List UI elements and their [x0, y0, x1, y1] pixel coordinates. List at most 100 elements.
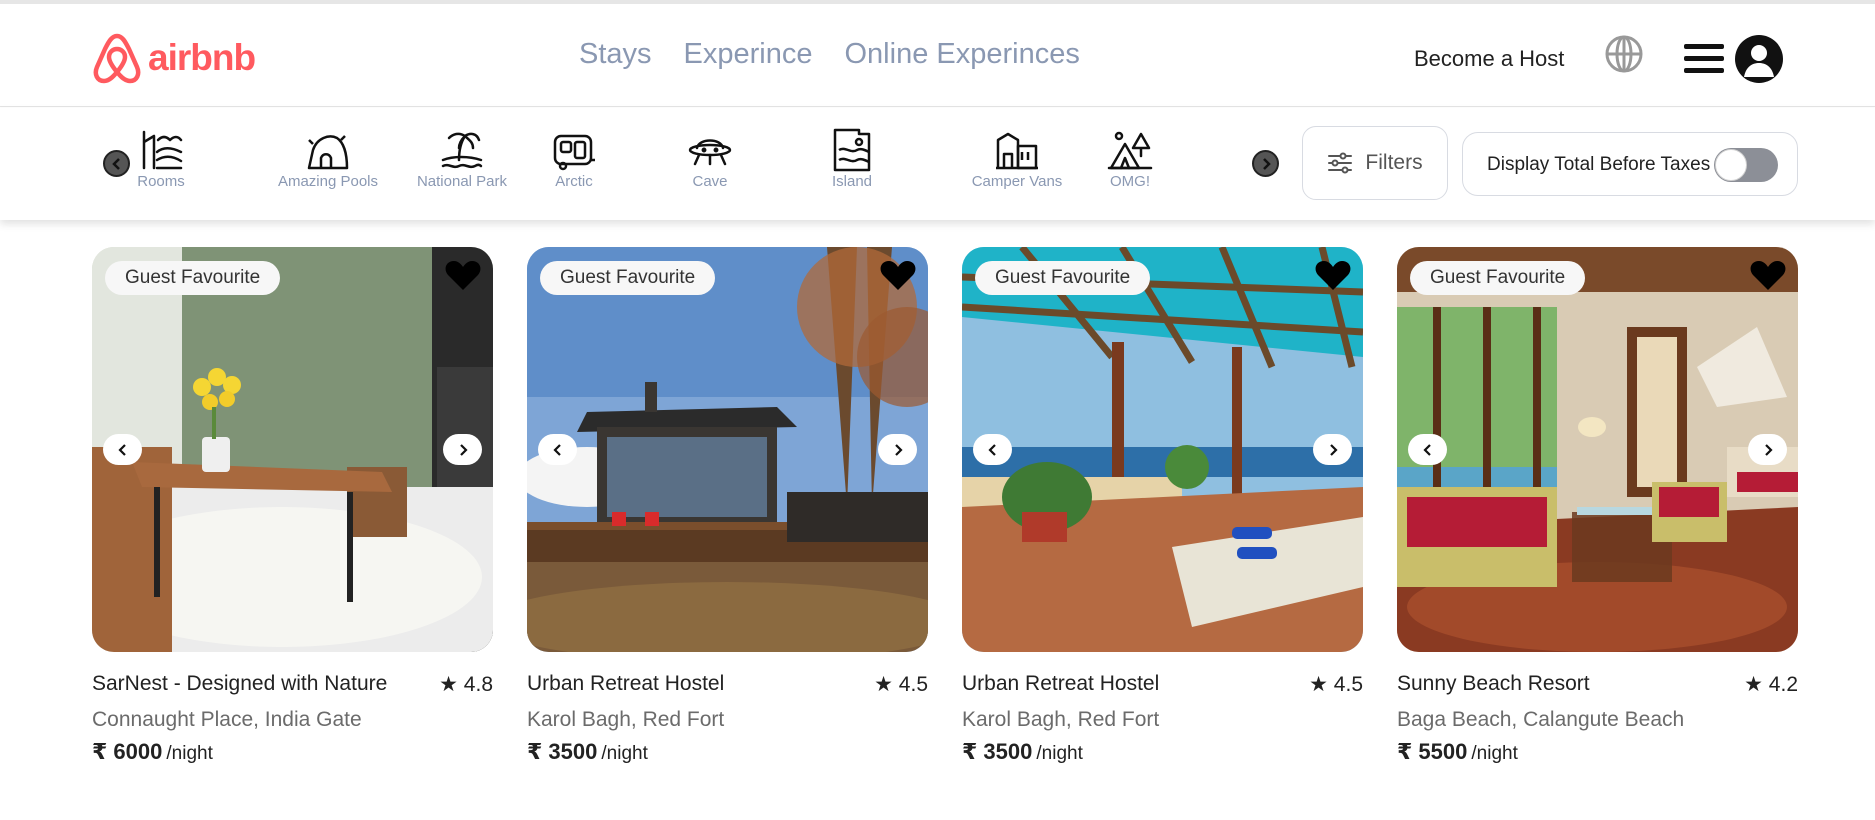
listing-card[interactable]: Guest Favourite SarNest - Designed with … [92, 247, 493, 765]
filters-label: Filters [1365, 151, 1423, 174]
brand-name: airbnb [148, 37, 256, 78]
category-cave[interactable]: Cave [650, 128, 770, 190]
chevron-right-icon [1764, 443, 1773, 456]
taxes-toggle[interactable] [1714, 148, 1778, 182]
category-bar: Rooms Amazing Pools National Park Arctic [0, 108, 1875, 220]
listing-price-unit: /night [166, 743, 213, 764]
chevron-left-icon [552, 443, 561, 456]
listing-location: Karol Bagh, Red Fort [527, 708, 725, 731]
chevron-left-icon [117, 443, 126, 456]
listing-photo [962, 247, 1363, 652]
image-prev-button[interactable] [1408, 434, 1447, 465]
toggle-knob [1715, 149, 1747, 181]
brand-logo[interactable]: airbnb [92, 30, 256, 86]
listing-location: Baga Beach, Calangute Beach [1397, 708, 1685, 731]
nav-online-experiences[interactable]: Online Experinces [845, 38, 1080, 71]
globe-icon[interactable] [1604, 34, 1644, 74]
listing-title-row: SarNest - Designed with Nature ★ 4.8 [92, 672, 493, 700]
image-prev-button[interactable] [973, 434, 1012, 465]
listing-photo [1397, 247, 1798, 652]
heart-icon[interactable] [1315, 259, 1351, 291]
chevron-right-icon [894, 443, 903, 456]
category-arctic[interactable]: Arctic [514, 128, 634, 190]
category-label: Arctic [555, 173, 593, 190]
sliders-icon [1328, 152, 1353, 174]
image-next-button[interactable] [1748, 434, 1787, 465]
arctic-icon [553, 134, 595, 171]
category-label: Island [831, 173, 873, 190]
listing-title: Urban Retreat Hostel [527, 672, 725, 695]
listing-card[interactable]: Guest Favourite Urban Retreat Hostel ★ 4… [527, 247, 928, 765]
listing-price-row: ₹ 3500/night [962, 739, 1363, 765]
category-label: National Park [416, 173, 508, 190]
site-header: airbnb Stays Experince Online Experinces… [0, 4, 1875, 107]
listing-image[interactable]: Guest Favourite [1397, 247, 1798, 652]
listing-title-row: Urban Retreat Hostel ★ 4.5 [527, 672, 928, 700]
filters-button[interactable]: Filters [1302, 126, 1448, 200]
airbnb-logo-icon [93, 33, 141, 84]
listing-rating: ★ 4.5 [874, 673, 928, 696]
chevron-right-icon [1329, 443, 1338, 456]
national-park-icon [441, 132, 483, 169]
heart-icon[interactable] [445, 259, 481, 291]
listing-title: Urban Retreat Hostel [962, 672, 1160, 695]
listing-photo [92, 247, 493, 652]
category-omg[interactable]: OMG! [1070, 128, 1190, 190]
listing-price: ₹ 3500 [527, 739, 598, 764]
listing-price-row: ₹ 6000/night [92, 739, 493, 765]
category-camper-vans[interactable]: Camper Vans [957, 128, 1077, 190]
listing-card[interactable]: Guest Favourite Urban Retreat Hostel ★ 4… [962, 247, 1363, 765]
island-icon [833, 128, 871, 172]
listing-title: SarNest - Designed with Nature [92, 672, 388, 695]
user-avatar-icon[interactable] [1735, 35, 1783, 83]
image-prev-button[interactable] [538, 434, 577, 465]
listing-card[interactable]: Guest Favourite Sunny Beach Resort ★ 4.2… [1397, 247, 1798, 765]
listing-image[interactable]: Guest Favourite [92, 247, 493, 652]
category-label: OMG! [1110, 173, 1150, 190]
image-next-button[interactable] [443, 434, 482, 465]
chevron-right-icon [459, 443, 468, 456]
guest-favourite-badge: Guest Favourite [1410, 261, 1586, 295]
rooms-icon [142, 130, 183, 170]
category-label: Camper Vans [971, 173, 1063, 190]
listing-photo [527, 247, 928, 652]
listing-price-unit: /night [1036, 743, 1083, 764]
listing-price: ₹ 3500 [962, 739, 1033, 764]
category-label: Rooms [137, 173, 185, 190]
hamburger-menu-icon[interactable] [1684, 44, 1724, 74]
listing-rating: ★ 4.5 [1309, 673, 1363, 696]
become-host-link[interactable]: Become a Host [1414, 46, 1564, 72]
chevron-left-icon [1422, 443, 1431, 456]
heart-icon[interactable] [880, 259, 916, 291]
listing-price-row: ₹ 5500/night [1397, 739, 1798, 765]
amazing-pools-icon [307, 135, 349, 170]
chevron-left-icon [987, 443, 996, 456]
camper-vans-icon [996, 132, 1038, 170]
listing-price-unit: /night [1471, 743, 1518, 764]
category-label: Cave [692, 173, 728, 190]
listing-rating: ★ 4.2 [1744, 673, 1798, 696]
guest-favourite-badge: Guest Favourite [105, 261, 281, 295]
category-label: Amazing Pools [277, 173, 379, 190]
listing-rating: ★ 4.8 [439, 673, 493, 696]
category-island[interactable]: Island [792, 128, 912, 190]
category-next-button[interactable] [1252, 150, 1279, 177]
nav-stays[interactable]: Stays [579, 38, 652, 71]
image-next-button[interactable] [1313, 434, 1352, 465]
guest-favourite-badge: Guest Favourite [540, 261, 716, 295]
nav-experience[interactable]: Experince [684, 38, 813, 71]
listing-image[interactable]: Guest Favourite [527, 247, 928, 652]
taxes-toggle-container: Display Total Before Taxes [1462, 132, 1798, 196]
category-national-park[interactable]: National Park [402, 128, 522, 190]
category-amazing-pools[interactable]: Amazing Pools [268, 128, 388, 190]
listing-price-unit: /night [601, 743, 648, 764]
listing-image[interactable]: Guest Favourite [962, 247, 1363, 652]
image-prev-button[interactable] [103, 434, 142, 465]
cave-icon [688, 139, 732, 166]
heart-icon[interactable] [1750, 259, 1786, 291]
taxes-label: Display Total Before Taxes [1487, 154, 1711, 175]
listing-location: Karol Bagh, Red Fort [962, 708, 1160, 731]
image-next-button[interactable] [878, 434, 917, 465]
guest-favourite-badge: Guest Favourite [975, 261, 1151, 295]
category-rooms[interactable]: Rooms [101, 128, 221, 190]
